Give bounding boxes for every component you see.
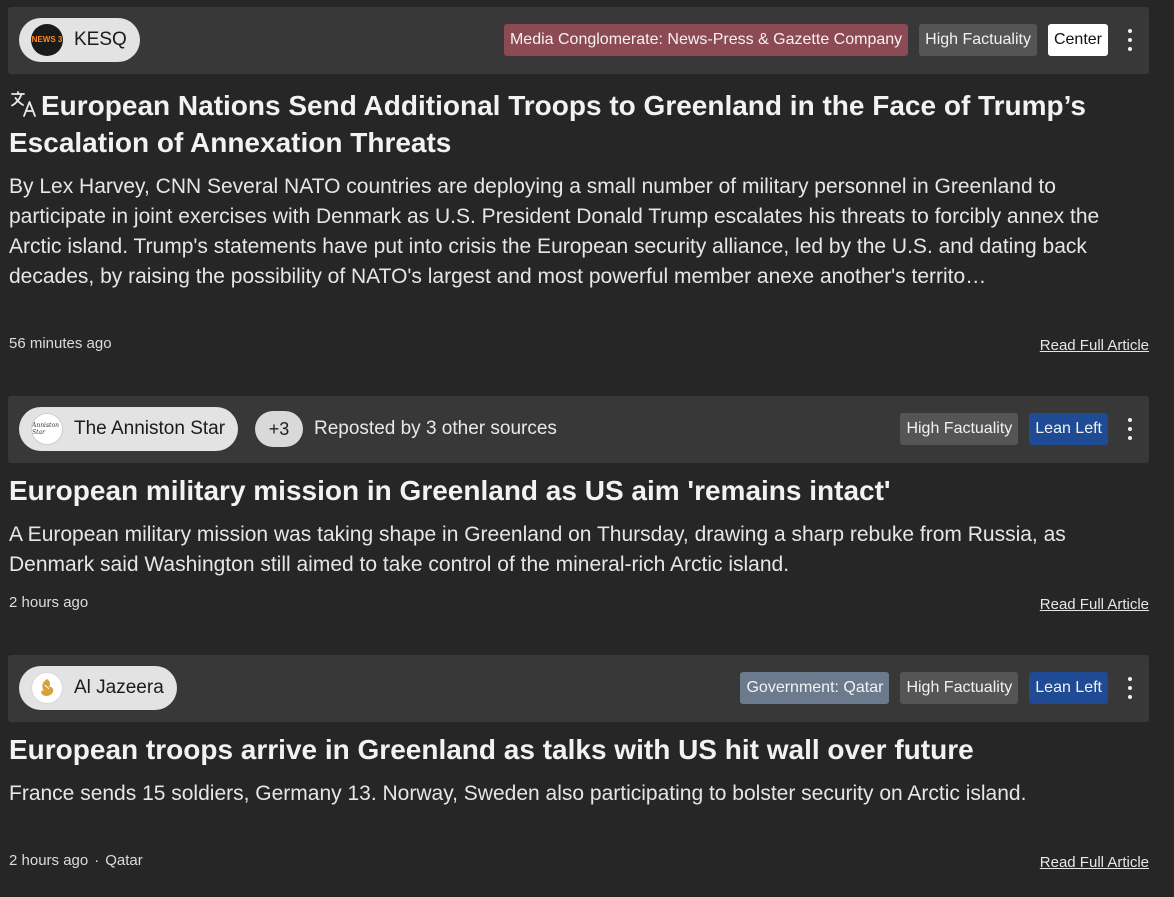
kesq-logo-text: NEWS 3 [31,35,63,44]
article-header-bar: Anniston Star The Anniston Star +3 Repos… [8,396,1149,463]
article-meta: 2 hours ago · Qatar [9,852,143,869]
al-jazeera-logo-mark [41,679,54,696]
article-tags: Government: Qatar High Factuality Lean L… [740,672,1108,704]
factuality-tag[interactable]: High Factuality [900,413,1019,445]
article-header-bar: Al Jazeera Government: Qatar High Factua… [8,655,1149,722]
article-title[interactable]: European military mission in Greenland a… [9,472,1144,509]
source-name: KESQ [74,29,127,50]
article-title[interactable]: European troops arrive in Greenland as t… [9,731,1144,768]
article-location: Qatar [105,852,143,869]
article-summary: A European military mission was taking s… [9,523,1066,576]
article-summary: France sends 15 soldiers, Germany 13. No… [9,782,1027,805]
article-tags: Media Conglomerate: News-Press & Gazette… [503,24,1108,56]
article-meta: 2 hours ago [9,594,88,611]
more-options-icon[interactable] [1125,675,1135,701]
article-header-bar: NEWS 3 KESQ Media Conglomerate: News-Pre… [8,7,1149,74]
article-meta: 56 minutes ago [9,335,112,352]
read-full-article-link[interactable]: Read Full Article [1040,596,1149,613]
article-card-3: Al Jazeera Government: Qatar High Factua… [8,655,1149,885]
article-title[interactable]: European Nations Send Additional Troops … [9,87,1144,161]
anniston-logo-text: Anniston Star [32,422,59,436]
source-pill-kesq[interactable]: NEWS 3 KESQ [19,18,140,62]
bias-tag[interactable]: Center [1047,24,1108,56]
article-title-text: European Nations Send Additional Troops … [9,90,1086,158]
al-jazeera-logo [31,672,63,704]
translate-icon[interactable] [9,89,39,119]
factuality-tag[interactable]: High Factuality [919,24,1037,56]
article-card-1: NEWS 3 KESQ Media Conglomerate: News-Pre… [8,7,1149,362]
article-time: 2 hours ago [9,594,89,611]
article-time: 2 hours ago [9,852,89,869]
ownership-tag[interactable]: Media Conglomerate: News-Press & Gazette… [503,24,909,56]
more-options-icon[interactable] [1125,416,1135,442]
read-full-article-link[interactable]: Read Full Article [1040,337,1149,354]
article-summary: By Lex Harvey, CNN Several NATO countrie… [9,175,1100,288]
more-options-icon[interactable] [1125,27,1135,53]
ownership-tag[interactable]: Government: Qatar [740,672,890,704]
repost-text: Reposted by 3 other sources [314,418,557,439]
source-name: Al Jazeera [74,677,164,698]
factuality-tag[interactable]: High Factuality [900,672,1019,704]
bias-tag[interactable]: Lean Left [1029,672,1108,704]
anniston-star-logo: Anniston Star [31,413,63,445]
source-name: The Anniston Star [74,418,226,439]
source-pill-anniston-star[interactable]: Anniston Star The Anniston Star [19,407,239,451]
more-sources-badge[interactable]: +3 [255,411,303,447]
bias-tag[interactable]: Lean Left [1029,413,1108,445]
article-time: 56 minutes ago [9,335,112,352]
source-pill-al-jazeera[interactable]: Al Jazeera [19,666,177,710]
read-full-article-link[interactable]: Read Full Article [1040,854,1149,871]
meta-separator: · [94,852,100,869]
kesq-logo: NEWS 3 [31,24,63,56]
article-tags: High Factuality Lean Left [900,413,1108,445]
article-card-2: Anniston Star The Anniston Star +3 Repos… [8,396,1149,618]
